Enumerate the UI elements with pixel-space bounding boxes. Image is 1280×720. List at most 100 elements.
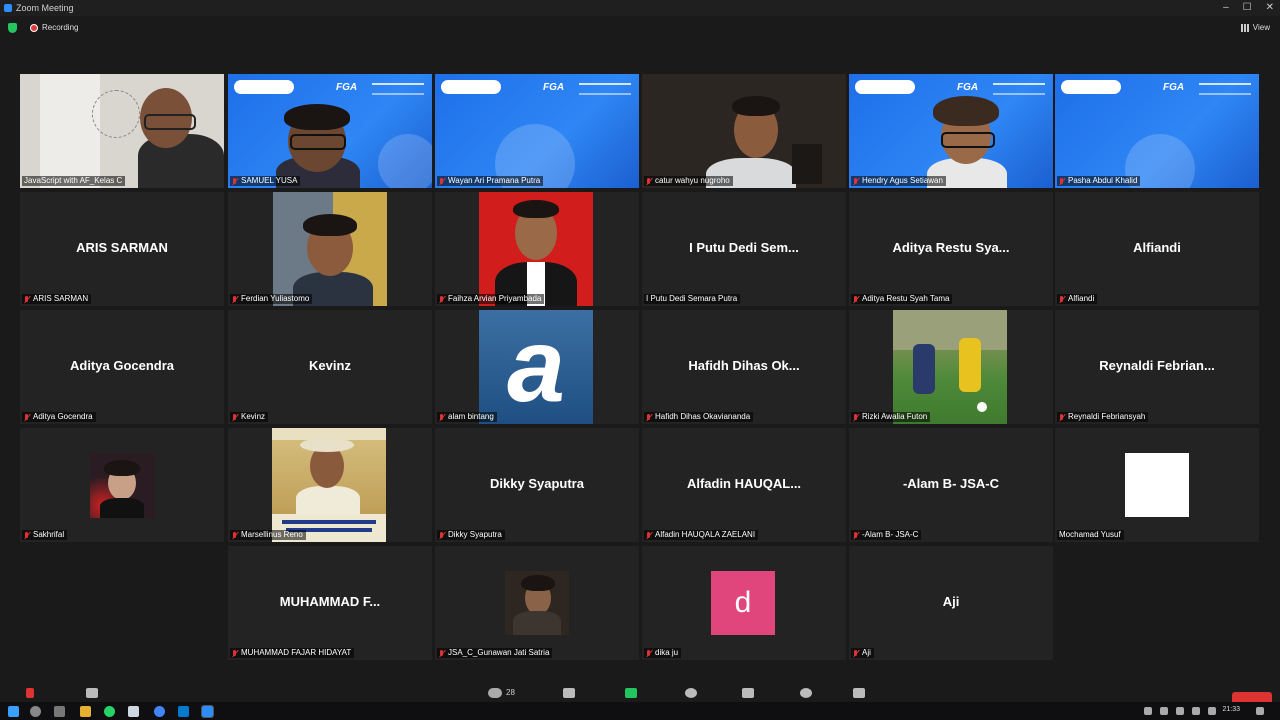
minimize-button[interactable]: –	[1223, 0, 1229, 16]
volume-icon[interactable]	[1160, 707, 1168, 715]
security-shield-icon[interactable]	[8, 23, 17, 33]
vscode-icon[interactable]	[178, 706, 189, 717]
video-tile[interactable]: -Alam B- JSA-C -Alam B- JSA-C	[849, 428, 1053, 542]
video-tile[interactable]: Kevinz Kevinz	[228, 310, 432, 424]
close-button[interactable]: ✕	[1266, 0, 1274, 16]
profile-blank-avatar	[1125, 453, 1189, 517]
unmute-button[interactable]	[26, 688, 34, 698]
muted-mic-icon	[232, 295, 238, 303]
record-button[interactable]	[685, 688, 697, 698]
video-tile[interactable]: FGA Hendry Agus Setiawan	[849, 74, 1053, 188]
participant-name-label: Dikky Syaputra	[437, 530, 505, 540]
video-tile[interactable]: FGA SAMUEL YUSA	[228, 74, 432, 188]
notifications-icon[interactable]	[1256, 707, 1264, 715]
muted-mic-icon	[853, 413, 859, 421]
video-tile[interactable]: Mochamad Yusuf	[1055, 428, 1259, 542]
participant-display-name: I Putu Dedi Sem...	[689, 240, 799, 255]
language-icon[interactable]	[1208, 707, 1216, 715]
muted-mic-icon	[646, 531, 652, 539]
muted-mic-icon	[232, 531, 238, 539]
search-icon[interactable]	[30, 706, 41, 717]
video-tile[interactable]: Aditya Restu Sya... Aditya Restu Syah Ta…	[849, 192, 1053, 306]
participant-name-label: Reynaldi Febriansyah	[1057, 412, 1149, 422]
battery-icon[interactable]	[1192, 707, 1200, 715]
video-tile[interactable]: Hafidh Dihas Ok... Hafidh Dihas Okaviana…	[642, 310, 846, 424]
video-tile[interactable]: Aji Aji	[849, 546, 1053, 660]
muted-mic-icon	[439, 531, 445, 539]
profile-avatar: a	[479, 310, 593, 424]
video-tile[interactable]: Faihza Arvian Priyambada	[435, 192, 639, 306]
muted-mic-icon	[1059, 177, 1065, 185]
video-tile[interactable]: Ferdian Yuliastomo	[228, 192, 432, 306]
task-view-icon[interactable]	[54, 706, 65, 717]
participant-name-label: ARIS SARMAN	[22, 294, 92, 304]
video-tile[interactable]: ARIS SARMAN ARIS SARMAN	[20, 192, 224, 306]
chrome-icon[interactable]	[154, 706, 165, 717]
reactions-button[interactable]	[800, 688, 812, 698]
recording-indicator[interactable]: Recording	[30, 23, 78, 32]
participant-name-label: I Putu Dedi Semara Putra	[644, 294, 741, 304]
participant-display-name: Dikky Syaputra	[490, 476, 584, 491]
video-tile-host[interactable]: JavaScript with AF_Kelas C	[20, 74, 224, 188]
participant-name-label: Alfiandi	[1057, 294, 1098, 304]
video-tile[interactable]: Reynaldi Febrian... Reynaldi Febriansyah	[1055, 310, 1259, 424]
view-button[interactable]: View	[1240, 23, 1270, 32]
participant-name-label: Hafidh Dihas Okaviananda	[644, 412, 754, 422]
window-titlebar: Zoom Meeting – ☐ ✕	[0, 0, 1280, 16]
participant-name-label: Alfadin HAUQALA ZAELANI	[644, 530, 759, 540]
whatsapp-icon[interactable]	[104, 706, 115, 717]
participant-display-name: Reynaldi Febrian...	[1099, 358, 1215, 373]
apps-button[interactable]	[853, 688, 865, 698]
windows-start-icon[interactable]	[8, 706, 19, 717]
meeting-topbar: Recording View	[0, 18, 1280, 40]
participant-name-label: alam bintang	[437, 412, 497, 422]
video-tile[interactable]: Alfadin HAUQAL... Alfadin HAUQALA ZAELAN…	[642, 428, 846, 542]
video-tile[interactable]: FGA Wayan Ari Pramana Putra	[435, 74, 639, 188]
zoom-taskbar-icon[interactable]	[201, 705, 214, 718]
video-tile[interactable]: I Putu Dedi Sem... I Putu Dedi Semara Pu…	[642, 192, 846, 306]
window-controls: – ☐ ✕	[1223, 0, 1274, 16]
share-screen-button[interactable]	[625, 688, 637, 698]
video-button[interactable]	[86, 688, 98, 698]
participant-name-label: Aditya Gocendra	[22, 412, 96, 422]
meeting-controls: 28	[0, 684, 1280, 702]
maximize-button[interactable]: ☐	[1243, 0, 1252, 16]
file-explorer-icon[interactable]	[80, 706, 91, 717]
participant-name-label: Aji	[851, 648, 874, 658]
participant-name-label: MUHAMMAD FAJAR HIDAYAT	[230, 648, 355, 658]
video-tile[interactable]: d dika ju	[642, 546, 846, 660]
participant-display-name: Hafidh Dihas Ok...	[688, 358, 800, 373]
participant-name-label: JSA_C_Gunawan Jati Satria	[437, 648, 553, 658]
participants-icon[interactable]	[488, 688, 502, 698]
end-meeting-button[interactable]	[1232, 692, 1272, 702]
video-tile[interactable]: Marsellinus Reno	[228, 428, 432, 542]
muted-mic-icon	[232, 413, 238, 421]
video-tile[interactable]: a alam bintang	[435, 310, 639, 424]
video-tile[interactable]: JSA_C_Gunawan Jati Satria	[435, 546, 639, 660]
participant-name-label: Faihza Arvian Priyambada	[437, 294, 545, 304]
participant-name-label: Kevinz	[230, 412, 269, 422]
muted-mic-icon	[439, 649, 445, 657]
tray-chevron-icon[interactable]	[1144, 707, 1152, 715]
participant-name-label: Wayan Ari Pramana Putra	[437, 176, 544, 186]
chat-button[interactable]	[563, 688, 575, 698]
video-tile[interactable]: Rizki Awalia Futon	[849, 310, 1053, 424]
muted-mic-icon	[853, 177, 859, 185]
taskbar-clock[interactable]: 21:33	[1222, 706, 1240, 713]
participant-display-name: -Alam B- JSA-C	[902, 476, 1000, 491]
video-tile[interactable]: Aditya Gocendra Aditya Gocendra	[20, 310, 224, 424]
video-tile[interactable]: FGA Pasha Abdul Khalid	[1055, 74, 1259, 188]
video-tile[interactable]: Alfiandi Alfiandi	[1055, 192, 1259, 306]
participant-name-label: Pasha Abdul Khalid	[1057, 176, 1141, 186]
video-tile[interactable]: Dikky Syaputra Dikky Syaputra	[435, 428, 639, 542]
profile-photo	[505, 571, 569, 635]
video-tile[interactable]: Sakhrifal	[20, 428, 224, 542]
wifi-icon[interactable]	[1176, 707, 1184, 715]
video-tile[interactable]: MUHAMMAD F... MUHAMMAD FAJAR HIDAYAT	[228, 546, 432, 660]
video-tile[interactable]: catur wahyu nugroho	[642, 74, 846, 188]
muted-mic-icon	[232, 177, 238, 185]
participant-name-label: JavaScript with AF_Kelas C	[22, 176, 126, 186]
app-icon[interactable]	[128, 706, 139, 717]
participants-count: 28	[506, 688, 515, 697]
captions-button[interactable]	[742, 688, 754, 698]
